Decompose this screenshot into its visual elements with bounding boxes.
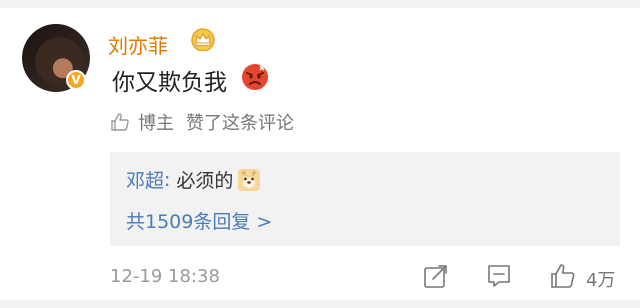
comment-icon[interactable] bbox=[486, 263, 512, 289]
author-liked-text: 赞了这条评论 bbox=[186, 113, 294, 134]
bottom-separator bbox=[0, 300, 640, 308]
author-label: 博主 bbox=[138, 113, 174, 134]
angry-face-icon bbox=[242, 64, 268, 90]
author-liked-row: 博主 赞了这条评论 bbox=[110, 110, 294, 134]
reply-colon: : bbox=[164, 168, 171, 191]
reply-username[interactable]: 邓超 bbox=[126, 166, 164, 193]
comment-text: 你又欺负我 bbox=[112, 70, 227, 96]
thumbs-up-icon[interactable] bbox=[550, 263, 576, 289]
verified-badge: V bbox=[66, 70, 86, 90]
comment-username[interactable]: 刘亦菲 bbox=[108, 30, 168, 59]
like-count: 4万 bbox=[586, 270, 616, 291]
thumbs-up-small-icon bbox=[111, 113, 129, 131]
reply-preview[interactable]: 邓超 : 必须的 共1509条回复 > bbox=[110, 152, 620, 246]
comment-timestamp: 12-19 18:38 bbox=[110, 266, 220, 287]
top-separator bbox=[0, 0, 640, 8]
share-icon[interactable] bbox=[423, 263, 449, 289]
reply-line: 邓超 : 必须的 bbox=[126, 166, 261, 193]
crown-icon bbox=[191, 28, 215, 51]
reply-text: 必须的 bbox=[176, 170, 234, 192]
view-replies-link[interactable]: 共1509条回复 > bbox=[126, 207, 272, 234]
doge-icon bbox=[238, 168, 261, 191]
